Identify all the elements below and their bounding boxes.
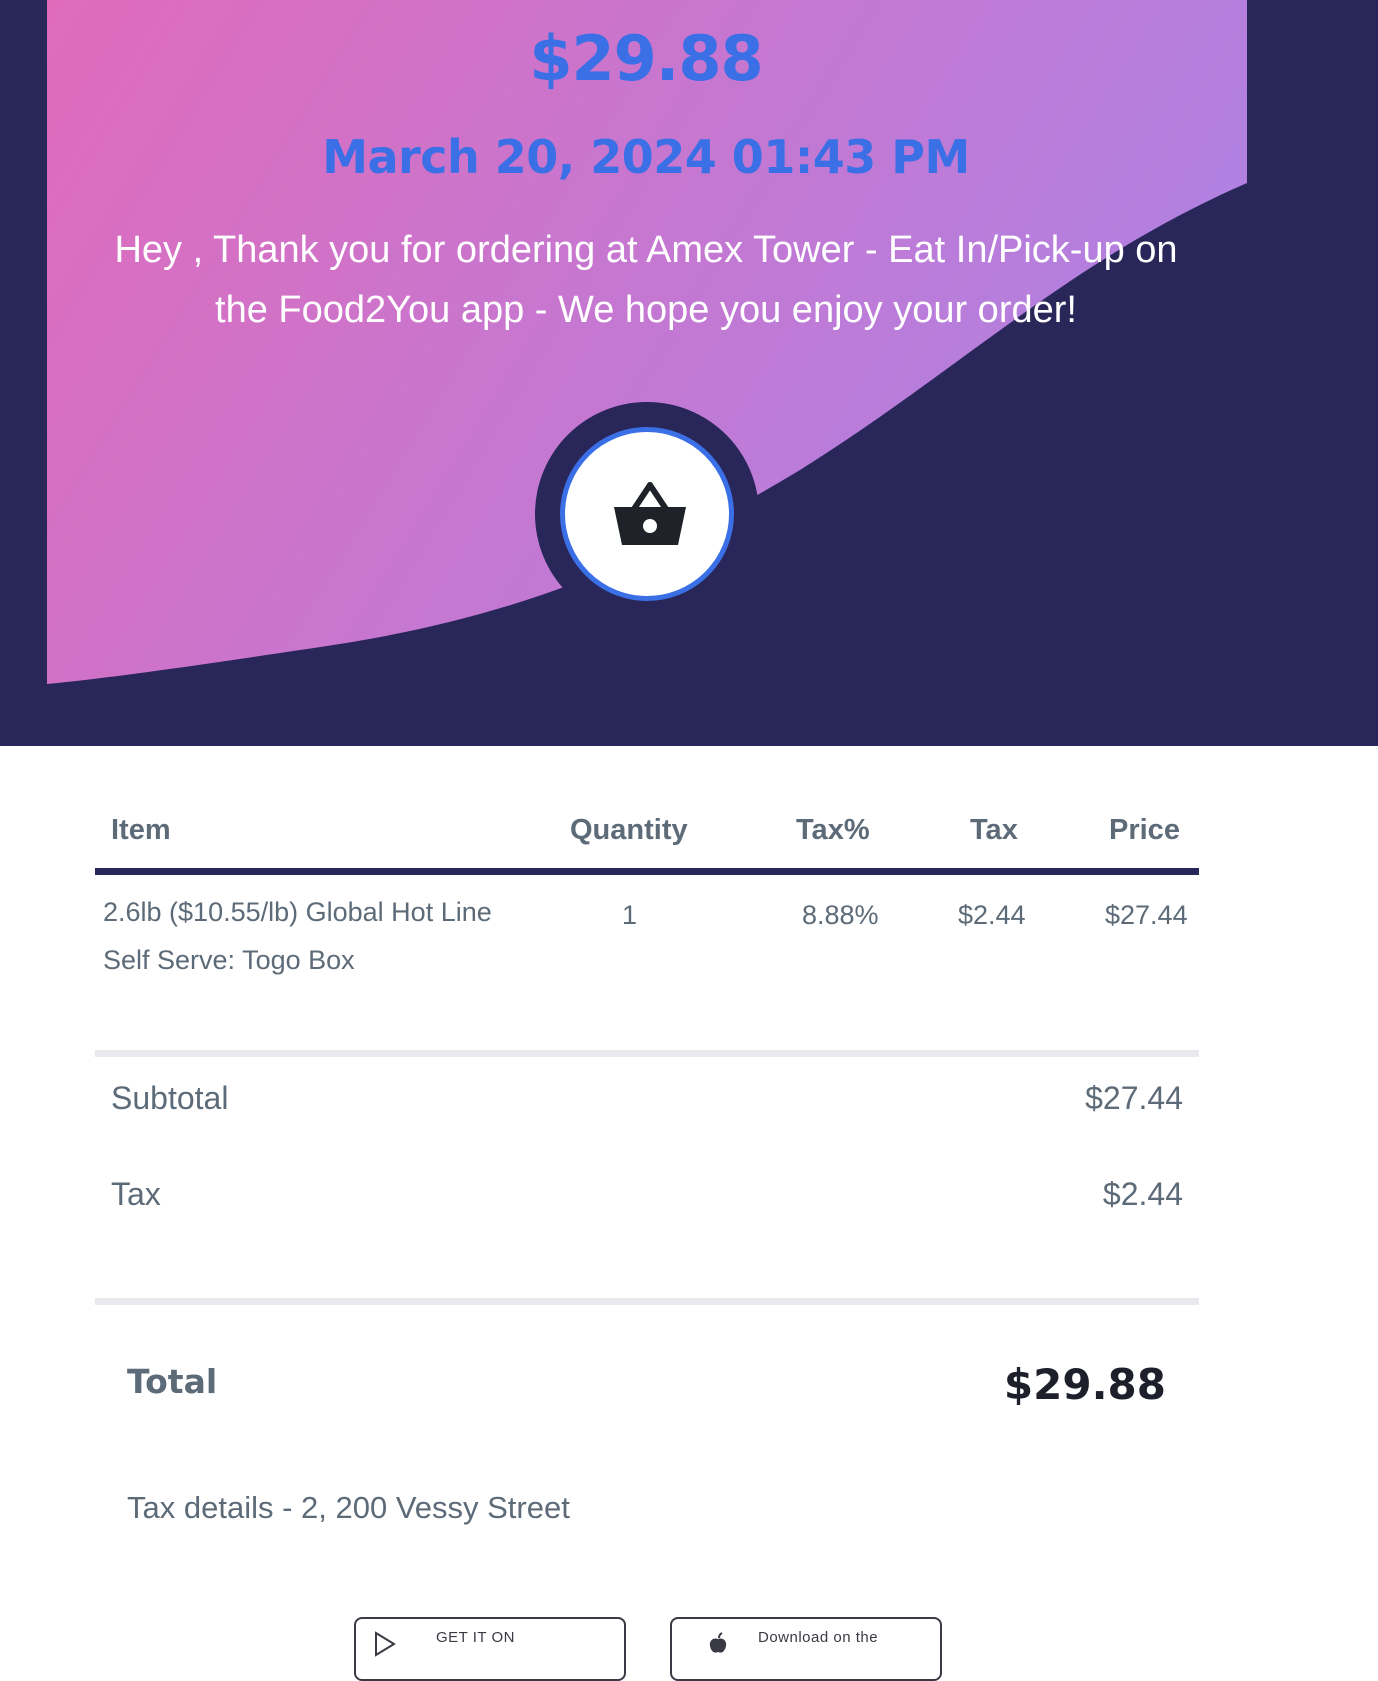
thank-you-message: Hey , Thank you for ordering at Amex Tow… xyxy=(114,229,1178,331)
order-datetime: March 20, 2024 01:43 PM xyxy=(322,130,970,184)
total-value: $29.88 xyxy=(1003,1360,1166,1409)
tax-details: Tax details - 2, 200 Vessy Street xyxy=(127,1490,570,1525)
google-play-icon xyxy=(375,1631,396,1657)
apple-icon xyxy=(709,1632,727,1653)
item-price: $27.44 xyxy=(1105,900,1188,930)
app-store-label: Download on the xyxy=(758,1629,879,1646)
total-label: Total xyxy=(127,1362,218,1401)
header-tax-percent: Tax% xyxy=(796,814,870,846)
tax-label: Tax xyxy=(111,1176,161,1212)
item-tax: $2.44 xyxy=(958,900,1026,930)
subtotal-label: Subtotal xyxy=(111,1080,229,1116)
order-amount: $29.88 xyxy=(529,22,763,95)
basket-badge xyxy=(535,402,759,626)
receipt-hero: $29.88 March 20, 2024 01:43 PM Hey , Tha… xyxy=(0,0,1378,746)
item-name-line: 2.6lb ($10.55/lb) Global Hot Line xyxy=(103,897,492,927)
subtotal-value: $27.44 xyxy=(1085,1080,1183,1116)
google-play-label: GET IT ON xyxy=(436,1629,515,1646)
header-item: Item xyxy=(111,814,171,846)
summary-divider xyxy=(95,1298,1199,1305)
item-name: 2.6lb ($10.55/lb) Global Hot Line Self S… xyxy=(103,888,543,984)
header-tax: Tax xyxy=(970,814,1018,846)
item-quantity: 1 xyxy=(622,900,638,930)
header-price: Price xyxy=(1109,814,1180,846)
hero-gradient-wave xyxy=(47,0,1247,684)
app-store-button[interactable]: Download on the xyxy=(670,1617,942,1681)
header-divider xyxy=(95,868,1199,875)
shopping-basket-icon xyxy=(614,482,686,545)
table-row: 2.6lb ($10.55/lb) Global Hot Line Self S… xyxy=(95,888,1199,1008)
tax-value: $2.44 xyxy=(1102,1176,1183,1212)
header-quantity: Quantity xyxy=(570,814,688,846)
items-divider xyxy=(95,1050,1199,1057)
item-tax-percent: 8.88% xyxy=(802,900,879,930)
table-header: Item Quantity Tax% Tax Price xyxy=(95,800,1199,872)
item-option-line: Self Serve: Togo Box xyxy=(103,945,355,975)
google-play-button[interactable]: GET IT ON xyxy=(354,1617,626,1681)
order-table: Item Quantity Tax% Tax Price 2.6lb ($10.… xyxy=(95,800,1199,1525)
